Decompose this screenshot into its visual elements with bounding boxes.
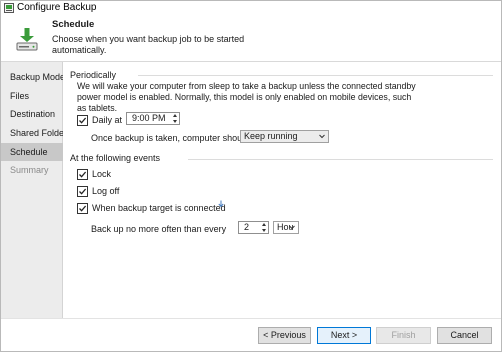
cancel-button[interactable]: Cancel [437, 327, 492, 344]
sidebar-item-schedule[interactable]: Schedule [1, 143, 63, 161]
after-backup-value: Keep running [244, 131, 298, 141]
daily-at-label: Daily at [92, 115, 123, 125]
time-spinner-arrows[interactable] [171, 113, 179, 124]
chevron-down-icon [289, 225, 295, 230]
lock-check[interactable] [77, 168, 88, 180]
wizard-steps-sidebar: Backup Mode Files Destination Shared Fol… [1, 62, 63, 318]
sidebar-item-destination[interactable]: Destination [1, 105, 63, 123]
logoff-checkbox[interactable]: Log off [77, 185, 119, 197]
daily-time-picker[interactable]: 9:00 PM [126, 112, 180, 125]
title-bar: Configure Backup [1, 1, 501, 16]
after-backup-dropdown[interactable]: Keep running [240, 130, 329, 143]
target-connected-checkbox[interactable]: When backup target is connected [77, 202, 226, 214]
target-connected-label: When backup target is connected [92, 203, 226, 213]
spin-down-icon[interactable] [173, 120, 177, 123]
window-title: Configure Backup [17, 2, 97, 13]
sidebar-item-shared-folder[interactable]: Shared Folder [1, 124, 63, 142]
schedule-panel: Periodically We will wake your computer … [63, 62, 503, 318]
page-title: Schedule [52, 19, 95, 30]
lock-label: Lock [92, 169, 112, 179]
periodically-heading: Periodically [70, 70, 117, 80]
configure-backup-window: Configure Backup Schedule Choose when yo… [0, 0, 502, 352]
frequency-stepper[interactable]: 2 [238, 221, 269, 234]
events-divider [188, 159, 493, 160]
spin-up-icon[interactable] [173, 114, 177, 117]
previous-button[interactable]: < Previous [258, 327, 311, 344]
checkmark-icon [79, 117, 87, 124]
spin-up-icon[interactable] [262, 223, 266, 226]
daily-at-check[interactable] [77, 114, 88, 126]
checkmark-icon [79, 188, 87, 195]
backup-download-icon [16, 28, 38, 51]
lock-checkbox[interactable]: Lock [77, 168, 111, 180]
frequency-unit-dropdown[interactable]: Hou [273, 221, 299, 234]
app-icon [4, 3, 14, 13]
spin-down-icon[interactable] [262, 229, 266, 232]
daily-at-checkbox[interactable]: Daily at [77, 114, 122, 126]
events-heading: At the following events [70, 153, 161, 163]
arrow-down-info-icon [218, 200, 224, 208]
periodically-divider [138, 75, 493, 76]
frequency-label: Back up no more often than every [91, 224, 227, 234]
checkmark-icon [79, 205, 87, 212]
target-connected-check[interactable] [77, 202, 88, 214]
page-description: Choose when you want backup job to be st… [52, 34, 245, 55]
page-header: Schedule Choose when you want backup job… [1, 16, 501, 60]
next-button[interactable]: Next > [317, 327, 371, 344]
sidebar-item-backup-mode[interactable]: Backup Mode [1, 68, 63, 86]
frequency-value: 2 [244, 222, 250, 232]
chevron-down-icon [319, 134, 325, 139]
sidebar-item-summary: Summary [10, 165, 49, 175]
logoff-label: Log off [92, 186, 120, 196]
footer-divider [1, 318, 501, 319]
after-backup-label: Once backup is taken, computer should [91, 133, 250, 143]
sidebar-item-files[interactable]: Files [1, 87, 63, 105]
daily-time-value: 9:00 PM [132, 113, 166, 123]
wake-info-text: We will wake your computer from sleep to… [77, 81, 416, 113]
logoff-check[interactable] [77, 185, 88, 197]
frequency-spinner-arrows[interactable] [260, 222, 268, 233]
checkmark-icon [79, 171, 87, 178]
finish-button: Finish [376, 327, 431, 344]
